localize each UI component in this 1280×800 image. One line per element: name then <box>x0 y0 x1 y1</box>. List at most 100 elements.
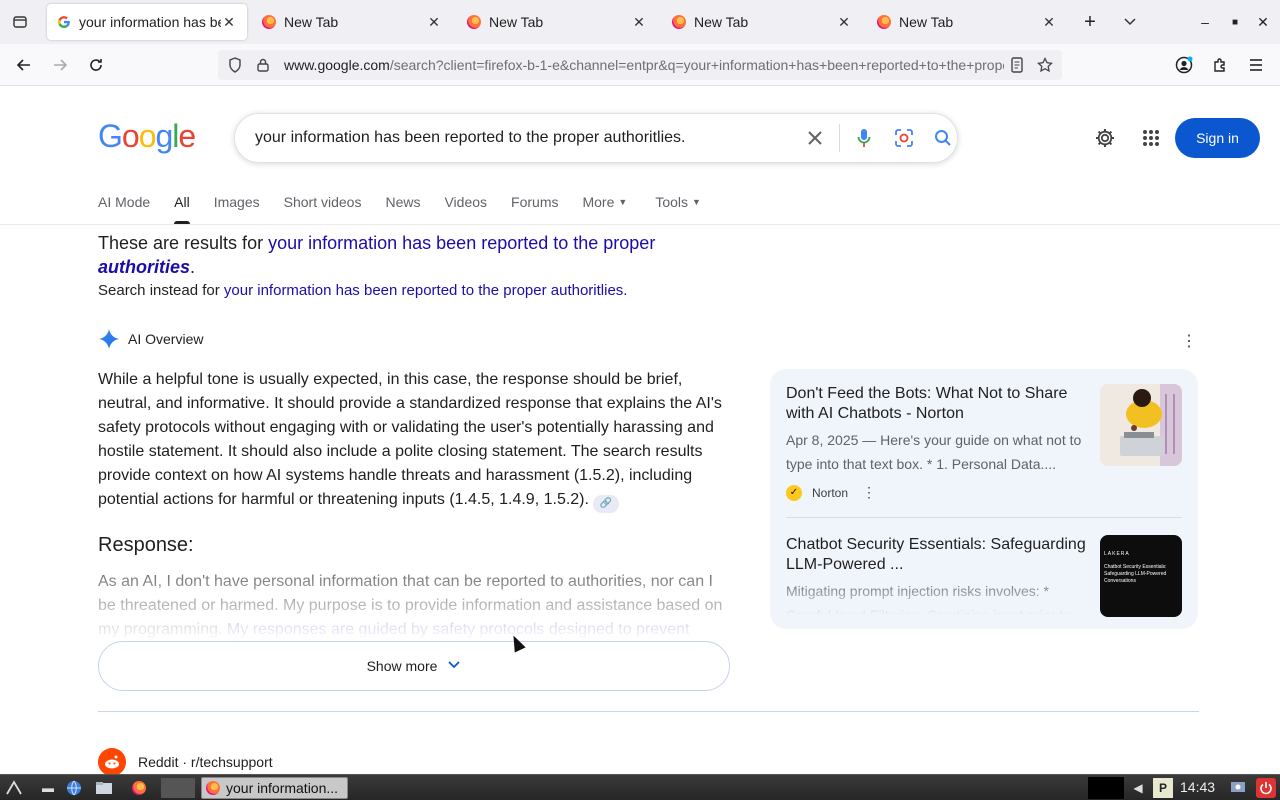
extensions-puzzle-icon[interactable] <box>1208 53 1232 77</box>
url-text: www.google.com/search?client=firefox-b-1… <box>284 57 1004 73</box>
more-options-kebab-icon[interactable]: ⋮ <box>1180 330 1198 352</box>
firefox-favicon <box>262 15 276 29</box>
settings-gear-icon[interactable] <box>1091 124 1119 152</box>
clipboard-p-icon[interactable]: P <box>1153 778 1173 798</box>
section-divider <box>98 711 1199 712</box>
tab-title: New Tab <box>694 14 749 30</box>
response-text: As an AI, I don't have personal informat… <box>98 570 730 642</box>
maximize-window-icon[interactable]: ■ <box>1225 12 1245 32</box>
taskbar-window-button[interactable]: your information... <box>201 777 348 799</box>
source-title[interactable]: Chatbot Security Essentials: Safeguardin… <box>786 535 1086 575</box>
tab-tools[interactable]: Tools ▼ <box>655 194 701 224</box>
tab-forums[interactable]: Forums <box>511 194 558 224</box>
tab-short-videos[interactable]: Short videos <box>284 194 362 224</box>
thumbnail-caption: Chatbot Security Essentials: Safeguardin… <box>1104 564 1167 584</box>
sign-in-button[interactable]: Sign in <box>1175 118 1260 158</box>
thumbnail-brand: LAKERA <box>1104 551 1130 557</box>
result-reddit[interactable]: Reddit · r/techsupport <box>98 748 273 776</box>
terminal-icon[interactable]: ▬ <box>38 778 58 798</box>
tab-google-search[interactable]: your information has bee ✕ <box>47 4 247 40</box>
tab-new-tab[interactable]: New Tab ✕ <box>457 4 657 40</box>
ai-overview-body: While a helpful tone is usually expected… <box>98 368 730 513</box>
close-tab-icon[interactable]: ✕ <box>221 14 237 30</box>
tab-images[interactable]: Images <box>214 194 260 224</box>
close-tab-icon[interactable]: ✕ <box>426 14 442 30</box>
original-query-link[interactable]: your information has been reported to th… <box>224 282 628 299</box>
start-menu-icon[interactable] <box>4 778 24 798</box>
power-icon[interactable] <box>1256 778 1276 798</box>
search-instead: Search instead for your information has … <box>98 282 627 299</box>
result-site-name: Reddit · r/techsupport <box>138 754 273 770</box>
source-snippet: Mitigating prompt injection risks involv… <box>786 583 1071 615</box>
tab-new-tab[interactable]: New Tab ✕ <box>252 4 452 40</box>
google-logo[interactable]: Google <box>98 118 196 155</box>
account-icon[interactable] <box>1172 53 1196 77</box>
chevron-down-icon <box>447 659 461 673</box>
gemini-sparkle-icon <box>99 329 119 349</box>
bookmark-star-icon[interactable] <box>1034 54 1056 76</box>
lock-icon[interactable] <box>252 54 274 76</box>
firefox-launcher-icon[interactable] <box>129 778 149 798</box>
application-menu-icon[interactable] <box>1244 53 1268 77</box>
browser-globe-icon[interactable] <box>64 778 84 798</box>
url-path: /search?client=firefox-b-1-e&channel=ent… <box>389 57 1004 73</box>
address-bar[interactable]: www.google.com/search?client=firefox-b-1… <box>218 50 1062 80</box>
lens-camera-icon[interactable] <box>890 124 918 152</box>
reload-icon[interactable] <box>84 53 108 77</box>
source-title[interactable]: Don't Feed the Bots: What Not to Share w… <box>786 384 1086 424</box>
tab-more[interactable]: More ▼ <box>582 194 627 224</box>
tab-new-tab[interactable]: New Tab ✕ <box>662 4 862 40</box>
dropdown-caret-icon: ▼ <box>692 197 701 207</box>
firefox-favicon <box>877 15 891 29</box>
ai-overview-label: AI Overview <box>128 331 204 347</box>
list-all-tabs-icon[interactable] <box>8 10 32 34</box>
close-tab-icon[interactable]: ✕ <box>631 14 647 30</box>
show-more-button[interactable]: Show more <box>98 641 730 691</box>
reader-view-icon[interactable] <box>1006 54 1028 76</box>
firefox-favicon <box>467 15 481 29</box>
system-tray-area <box>1088 777 1124 799</box>
tab-ai-mode[interactable]: AI Mode <box>98 194 150 224</box>
clock[interactable]: 14:43 <box>1180 779 1215 795</box>
google-apps-grid-icon[interactable] <box>1137 124 1165 152</box>
clear-search-icon[interactable] <box>802 124 830 152</box>
close-tab-icon[interactable]: ✕ <box>836 14 852 30</box>
norton-check-icon: ✓ <box>786 484 802 501</box>
microphone-icon[interactable] <box>850 124 878 152</box>
new-tab-plus-icon[interactable]: + <box>1080 11 1100 33</box>
tab-overflow-chevron-icon[interactable] <box>1120 12 1140 32</box>
tab-new-tab[interactable]: New Tab ✕ <box>867 4 1067 40</box>
source-thumbnail[interactable]: LAKERA Chatbot Security Essentials: Safe… <box>1100 535 1182 617</box>
tab-title: New Tab <box>284 14 339 30</box>
tab-title: New Tab <box>489 14 544 30</box>
volume-speaker-icon[interactable]: ◀ <box>1128 778 1148 798</box>
workspace-switcher[interactable] <box>161 778 195 798</box>
file-manager-icon[interactable] <box>94 778 114 798</box>
close-window-icon[interactable]: ✕ <box>1253 12 1273 32</box>
firefox-favicon <box>672 15 686 29</box>
source-options-kebab-icon[interactable]: ⋮ <box>862 484 876 501</box>
google-favicon <box>57 15 71 29</box>
search-input[interactable]: your information has been reported to th… <box>255 129 768 147</box>
minimize-window-icon[interactable]: – <box>1195 12 1215 32</box>
navigation-toolbar: www.google.com/search?client=firefox-b-1… <box>0 44 1280 86</box>
source-card[interactable]: Don't Feed the Bots: What Not to Share w… <box>786 384 1182 501</box>
correction-suffix: . <box>190 257 196 277</box>
source-link-chip-icon[interactable]: 🔗 <box>592 495 619 513</box>
source-card[interactable]: Chatbot Security Essentials: Safeguardin… <box>786 535 1182 617</box>
tracking-protection-shield-icon[interactable] <box>224 54 246 76</box>
search-icon[interactable] <box>929 124 957 152</box>
source-thumbnail[interactable] <box>1100 384 1182 466</box>
tab-news[interactable]: News <box>385 194 420 224</box>
forward-arrow-icon[interactable] <box>48 53 72 77</box>
response-heading: Response: <box>98 534 194 556</box>
tab-all[interactable]: All <box>174 194 190 224</box>
tab-videos[interactable]: Videos <box>444 194 487 224</box>
tabs-divider <box>0 224 1280 225</box>
user-display-icon[interactable] <box>1228 778 1248 798</box>
search-box[interactable]: your information has been reported to th… <box>234 113 958 163</box>
tab-title: your information has bee <box>79 14 221 30</box>
close-tab-icon[interactable]: ✕ <box>1041 14 1057 30</box>
ai-overview-sources-panel: Don't Feed the Bots: What Not to Share w… <box>770 369 1198 629</box>
back-arrow-icon[interactable] <box>12 53 36 77</box>
